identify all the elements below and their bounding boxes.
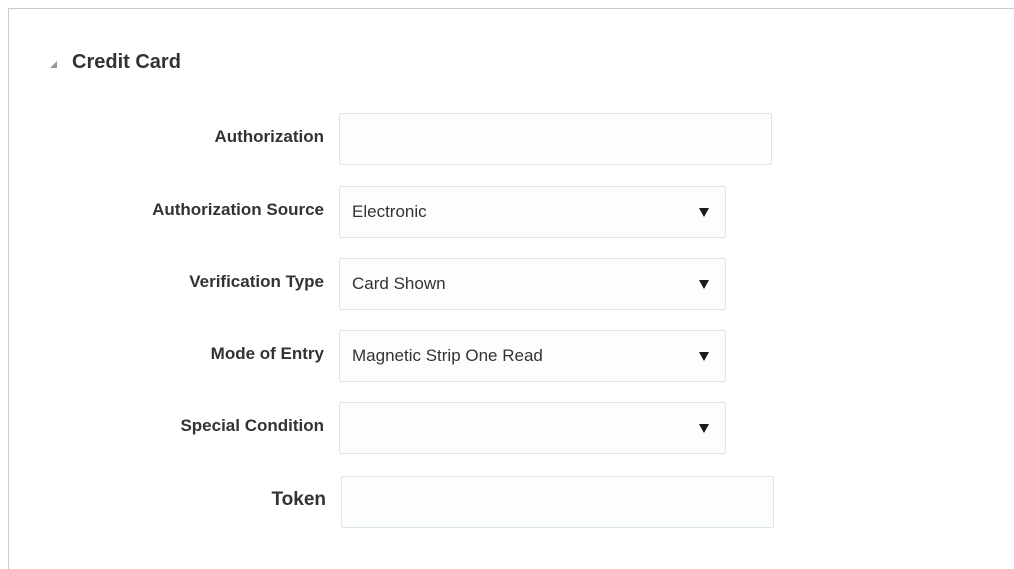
mode-of-entry-value: Magnetic Strip One Read bbox=[352, 346, 543, 365]
special-condition-row: Special Condition bbox=[0, 402, 1014, 454]
chevron-down-icon bbox=[699, 424, 709, 433]
authorization-input[interactable] bbox=[339, 113, 772, 165]
special-condition-label: Special Condition bbox=[180, 416, 324, 435]
chevron-down-icon bbox=[699, 208, 709, 217]
collapse-triangle-icon[interactable] bbox=[50, 60, 57, 68]
mode-of-entry-select[interactable]: Magnetic Strip One Read bbox=[339, 330, 726, 382]
verification-type-value: Card Shown bbox=[352, 274, 446, 293]
mode-of-entry-row: Mode of Entry Magnetic Strip One Read bbox=[0, 330, 1014, 382]
chevron-down-icon bbox=[699, 280, 709, 289]
mode-of-entry-label: Mode of Entry bbox=[210, 344, 324, 363]
verification-type-row: Verification Type Card Shown bbox=[0, 258, 1014, 310]
authorization-row: Authorization bbox=[0, 113, 1014, 165]
token-label: Token bbox=[271, 489, 326, 510]
chevron-down-icon bbox=[699, 352, 709, 361]
token-row: Token bbox=[0, 476, 1014, 528]
authorization-source-value: Electronic bbox=[352, 202, 427, 221]
authorization-source-label: Authorization Source bbox=[152, 200, 324, 219]
verification-type-label: Verification Type bbox=[189, 272, 324, 291]
section-title: Credit Card bbox=[72, 50, 181, 73]
credit-card-section-header[interactable]: Credit Card bbox=[50, 46, 181, 78]
special-condition-select[interactable] bbox=[339, 402, 726, 454]
authorization-label: Authorization bbox=[214, 127, 324, 146]
authorization-source-select[interactable]: Electronic bbox=[339, 186, 726, 238]
verification-type-select[interactable]: Card Shown bbox=[339, 258, 726, 310]
token-input[interactable] bbox=[341, 476, 774, 528]
authorization-source-row: Authorization Source Electronic bbox=[0, 186, 1014, 238]
